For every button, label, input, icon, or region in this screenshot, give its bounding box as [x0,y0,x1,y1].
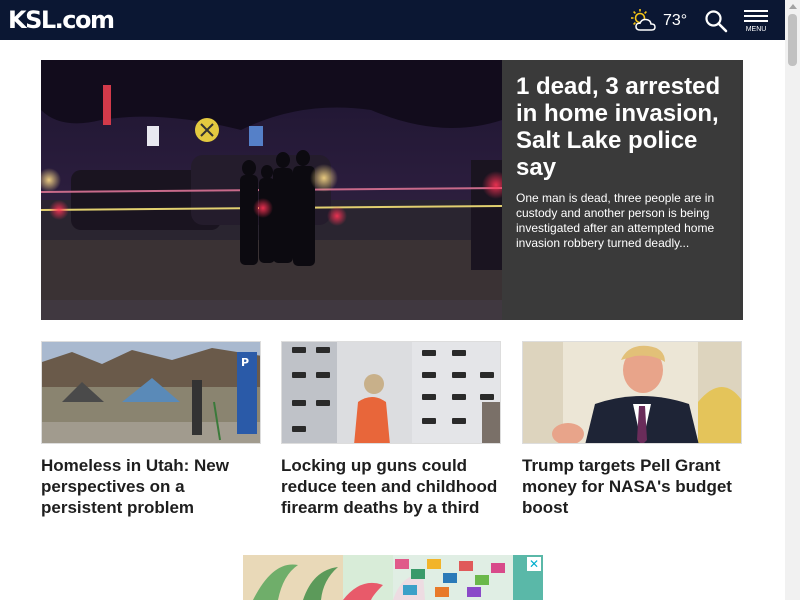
search-button[interactable] [704,9,728,33]
partly-cloudy-icon [630,8,660,34]
menu-button[interactable]: MENU [742,10,770,36]
hero-text-panel: 1 dead, 3 arrested in home invasion, Sal… [502,60,743,320]
temperature: 73° [663,12,688,29]
story-image-homeless[interactable]: P [41,341,261,444]
story-headline-pell-grant[interactable]: Trump targets Pell Grant money for NASA'… [522,455,742,518]
site-header: KSL.com 73° MENU [0,0,785,40]
story-image-pell-grant[interactable] [522,341,742,444]
hero-headline[interactable]: 1 dead, 3 arrested in home invasion, Sal… [516,73,736,181]
site-logo[interactable]: KSL.com [8,4,115,36]
page-scrollbar[interactable] [785,0,800,600]
svg-text:P: P [241,356,249,369]
story-image-guns[interactable] [281,341,501,444]
story-headline-guns[interactable]: Locking up guns could reduce teen and ch… [281,455,501,518]
advertisement-banner[interactable]: ✕ [243,555,543,600]
story-headline-homeless[interactable]: Homeless in Utah: New perspectives on a … [41,455,261,518]
story-card-homeless[interactable]: P Homeless in Utah: New perspectives on … [41,341,261,518]
scroll-up-arrow-icon[interactable] [789,4,797,9]
story-card-guns[interactable]: Locking up guns could reduce teen and ch… [281,341,501,518]
story-card-pell-grant[interactable]: Trump targets Pell Grant money for NASA'… [522,341,742,518]
hero-summary: One man is dead, three people are in cus… [516,191,715,250]
search-icon [704,10,728,37]
hero-story[interactable]: 1 dead, 3 arrested in home invasion, Sal… [41,60,743,320]
ad-close-icon[interactable]: ✕ [527,557,541,571]
menu-label: MENU [745,26,767,33]
hero-image[interactable] [41,60,502,320]
weather-widget[interactable]: 73° [630,6,687,36]
scrollbar-thumb[interactable] [788,14,797,66]
